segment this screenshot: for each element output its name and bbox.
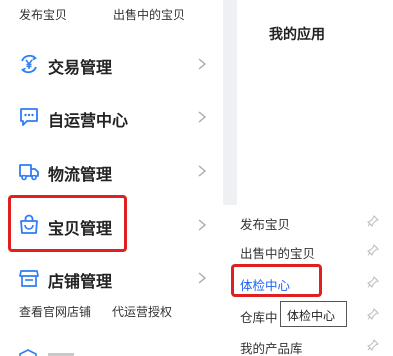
pin-icon[interactable] (367, 339, 379, 351)
left-sidebar: 发布宝贝 出售中的宝贝 交易管理 自运营中心 物流管理 宝贝管理 店铺管理 查看… (0, 0, 223, 356)
submenu-item-label: 出售中的宝贝 (240, 247, 316, 261)
pin-icon[interactable] (367, 276, 379, 288)
chevron-right-icon (198, 58, 207, 70)
panel-divider (223, 0, 237, 205)
chevron-right-icon (198, 272, 207, 284)
highlight-box-goods (8, 195, 127, 252)
submenu-item-publish[interactable]: 发布宝贝 (240, 209, 390, 235)
submenu-item-on-sale[interactable]: 出售中的宝贝 (240, 238, 390, 264)
submenu-item-label: 发布宝贝 (240, 218, 291, 232)
chevron-right-icon (198, 111, 207, 123)
submenu-item-product-library[interactable]: 我的产品库 (240, 333, 390, 356)
pin-icon[interactable] (367, 244, 379, 256)
quick-link-on-sale[interactable]: 出售中的宝贝 (113, 6, 185, 23)
nav-item-trade[interactable]: 交易管理 (0, 39, 223, 91)
nav-item-trade-label: 交易管理 (48, 60, 113, 77)
submenu-item-label: 我的产品库 (240, 342, 303, 356)
chevron-right-icon (198, 165, 207, 177)
partial-nav-item-cutoff (19, 349, 74, 356)
submenu-item-label: 仓库中 (240, 311, 278, 325)
storefront-icon (19, 270, 39, 287)
pin-icon[interactable] (367, 215, 379, 227)
chat-bubble-icon (20, 108, 38, 126)
trade-yen-icon (21, 54, 37, 74)
tooltip: 体检中心 (280, 301, 347, 327)
truck-icon (19, 164, 39, 181)
my-apps-title: 我的应用 (269, 26, 325, 42)
link-agency-authorization[interactable]: 代运营授权 (112, 303, 172, 320)
nav-item-store[interactable]: 店铺管理 (0, 253, 223, 305)
nav-item-self-operation-label: 自运营中心 (48, 113, 129, 130)
nav-item-logistics-label: 物流管理 (48, 167, 113, 184)
chevron-right-icon (198, 219, 207, 231)
nav-item-logistics[interactable]: 物流管理 (0, 146, 223, 198)
quick-link-publish[interactable]: 发布宝贝 (19, 6, 67, 23)
highlight-box-health-check (231, 264, 322, 297)
pin-icon[interactable] (367, 308, 379, 320)
link-view-official-store[interactable]: 查看官网店铺 (19, 303, 91, 320)
nav-item-store-label: 店铺管理 (48, 274, 113, 291)
nav-item-self-operation[interactable]: 自运营中心 (0, 92, 223, 144)
